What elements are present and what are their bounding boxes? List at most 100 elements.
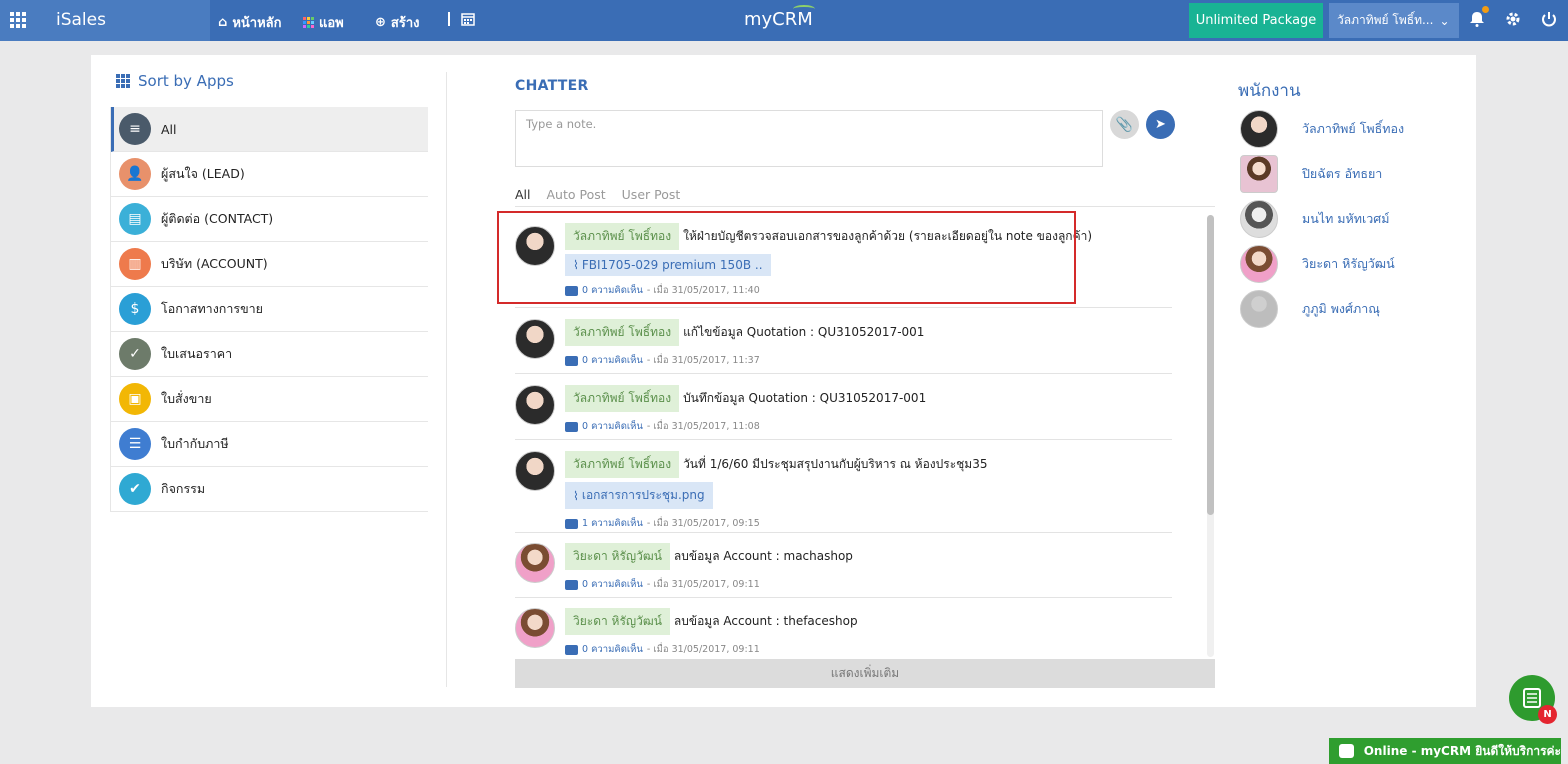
mycrm-logo[interactable]: myCRM bbox=[744, 5, 815, 30]
comment-count[interactable]: 0 ความคิดเห็น bbox=[582, 353, 643, 368]
unlimited-package-button[interactable]: Unlimited Package bbox=[1189, 3, 1323, 38]
sidebar-item-label: บริษัท (ACCOUNT) bbox=[161, 256, 268, 271]
employee-item[interactable]: วัลภาทิพย์ โพธิ์ทอง bbox=[1240, 110, 1404, 148]
sidebar-item-lead[interactable]: 👤 ผู้สนใจ (LEAD) bbox=[111, 152, 428, 197]
post-text: ลบข้อมูล Account : machashop bbox=[673, 549, 853, 563]
online-chat-bar[interactable]: Online - myCRM ยินดีให้บริการค่ะ bbox=[1329, 738, 1561, 764]
user-menu-label: วัลภาทิพย์ โพธิ์ท... bbox=[1337, 13, 1434, 27]
app-grid-icon[interactable] bbox=[10, 12, 26, 28]
employee-item[interactable]: ปิยฉัตร อัทธยา bbox=[1240, 155, 1382, 193]
comment-count[interactable]: 1 ความคิดเห็น bbox=[582, 516, 643, 531]
nav-apps[interactable]: แอพ bbox=[303, 12, 344, 33]
employees-title: พนักงาน bbox=[1238, 81, 1301, 101]
top-navigation-bar: iSales ⌂ หน้าหลัก แอพ ⊕ สร้าง myCRM Unli… bbox=[0, 0, 1568, 41]
sidebar-item-contact[interactable]: ▤ ผู้ติดต่อ (CONTACT) bbox=[111, 197, 428, 242]
sidebar-item-quotation[interactable]: ✓ ใบเสนอราคา bbox=[111, 332, 428, 377]
settings-gear-icon[interactable] bbox=[1504, 10, 1522, 28]
author-tag[interactable]: วัลภาทิพย์ โพธิ์ทอง bbox=[565, 385, 680, 412]
post-time: - เมื่อ 31/05/2017, 09:11 bbox=[646, 644, 760, 655]
chat-bubble-icon bbox=[1339, 744, 1354, 758]
online-chat-label: Online - myCRM ยินดีให้บริการค่ะ bbox=[1363, 743, 1561, 758]
comment-icon bbox=[565, 579, 578, 590]
avatar[interactable] bbox=[515, 608, 555, 648]
power-logout-icon[interactable] bbox=[1540, 10, 1558, 28]
app-name[interactable]: iSales bbox=[56, 10, 106, 30]
sidebar-item-label: ผู้ติดต่อ (CONTACT) bbox=[161, 211, 274, 226]
avatar[interactable] bbox=[515, 543, 555, 583]
tab-auto-post[interactable]: Auto Post bbox=[547, 187, 606, 202]
employee-item[interactable]: ภูภูมิ พงศ์ภาณุ bbox=[1240, 290, 1380, 328]
paperclip-icon: ⌇ bbox=[573, 488, 579, 503]
employee-name: วิยะดา หิรัญวัฒน์ bbox=[1302, 256, 1395, 271]
building-icon: ▥ bbox=[119, 248, 151, 280]
employee-item[interactable]: มนไท มหัทเวศม์ bbox=[1240, 200, 1389, 238]
avatar bbox=[1240, 155, 1278, 193]
nav-home[interactable]: ⌂ หน้าหลัก bbox=[218, 12, 281, 33]
attachment-link[interactable]: ⌇ เอกสารการประชุม.png bbox=[565, 482, 713, 509]
nav-home-label: หน้าหลัก bbox=[232, 16, 282, 31]
avatar bbox=[1240, 245, 1278, 283]
comment-count[interactable]: 0 ความคิดเห็น bbox=[582, 642, 643, 657]
post-time: - เมื่อ 31/05/2017, 11:40 bbox=[646, 285, 760, 296]
sidebar-item-opportunity[interactable]: $ โอกาสทางการขาย bbox=[111, 287, 428, 332]
tab-user-post[interactable]: User Post bbox=[622, 187, 681, 202]
attach-paperclip-icon[interactable]: 📎 bbox=[1110, 110, 1139, 139]
avatar[interactable] bbox=[515, 451, 555, 491]
comment-icon bbox=[565, 421, 578, 432]
sidebar-item-account[interactable]: ▥ บริษัท (ACCOUNT) bbox=[111, 242, 428, 287]
user-menu-button[interactable]: วัลภาทิพย์ โพธิ์ท... ⌄ bbox=[1329, 3, 1459, 38]
document-icon bbox=[1523, 688, 1541, 708]
employee-name: มนไท มหัทเวศม์ bbox=[1302, 211, 1390, 226]
post-time: - เมื่อ 31/05/2017, 11:08 bbox=[646, 421, 760, 432]
nav-calendar[interactable] bbox=[448, 12, 475, 26]
apps-colored-grid-icon bbox=[303, 17, 314, 28]
comment-count[interactable]: 0 ความคิดเห็น bbox=[582, 419, 643, 434]
sidebar-item-invoice[interactable]: ☰ ใบกำกับภาษี bbox=[111, 422, 428, 467]
author-tag[interactable]: วิยะดา หิรัญวัฒน์ bbox=[565, 608, 670, 635]
home-icon: ⌂ bbox=[218, 15, 228, 30]
nav-create[interactable]: ⊕ สร้าง bbox=[375, 12, 419, 33]
sidebar-item-label: ผู้สนใจ (LEAD) bbox=[161, 166, 245, 181]
paperclip-icon: ⌇ bbox=[573, 258, 579, 272]
employee-name: วัลภาทิพย์ โพธิ์ทอง bbox=[1302, 121, 1405, 136]
avatar[interactable] bbox=[515, 319, 555, 359]
sidebar-item-label: ใบเสนอราคา bbox=[161, 346, 233, 361]
author-tag[interactable]: วัลภาทิพย์ โพธิ์ทอง bbox=[565, 223, 680, 250]
sidebar-item-all[interactable]: ≡ All bbox=[111, 107, 428, 152]
default-user-avatar bbox=[1240, 290, 1278, 328]
comment-icon bbox=[565, 518, 578, 529]
tabs-divider bbox=[515, 206, 1215, 207]
scrollbar-thumb[interactable] bbox=[1207, 215, 1214, 515]
send-paper-plane-icon[interactable]: ➤ bbox=[1146, 110, 1175, 139]
sidebar-item-activity[interactable]: ✔ กิจกรรม bbox=[111, 467, 428, 512]
list-icon: ≡ bbox=[119, 113, 151, 145]
attachment-link[interactable]: ⌇ FBI1705-029 premium 150B .. bbox=[565, 254, 771, 276]
sidebar-title: Sort by Apps bbox=[116, 72, 428, 90]
comment-count[interactable]: 0 ความคิดเห็น bbox=[582, 283, 643, 298]
employee-item[interactable]: วิยะดา หิรัญวัฒน์ bbox=[1240, 245, 1395, 283]
sidebar-item-label: ใบสั่งขาย bbox=[161, 391, 212, 406]
lead-icon: 👤 bbox=[119, 158, 151, 190]
show-more-button[interactable]: แสดงเพิ่มเติม bbox=[515, 659, 1215, 688]
feed-post: วิยะดา หิรัญวัฒน์ ลบข้อมูล Account : the… bbox=[515, 598, 1172, 658]
feed-post: วิยะดา หิรัญวัฒน์ ลบข้อมูล Account : mac… bbox=[515, 533, 1172, 598]
employee-name: ภูภูมิ พงศ์ภาณุ bbox=[1302, 301, 1380, 316]
author-tag[interactable]: วิยะดา หิรัญวัฒน์ bbox=[565, 543, 670, 570]
post-text: ให้ฝ่ายบัญชีตรวจสอบเอกสารของลูกค้าด้วย (… bbox=[683, 229, 1093, 243]
notification-badge: N bbox=[1538, 705, 1557, 724]
note-input[interactable]: Type a note. bbox=[515, 110, 1103, 167]
post-text: ลบข้อมูล Account : thefaceshop bbox=[673, 614, 858, 628]
post-text: วันที่ 1/6/60 มีประชุมสรุปงานกับผู้บริหา… bbox=[683, 457, 988, 471]
comment-count[interactable]: 0 ความคิดเห็น bbox=[582, 577, 643, 592]
avatar[interactable] bbox=[515, 226, 555, 266]
sidebar-item-sales-order[interactable]: ▣ ใบสั่งขาย bbox=[111, 377, 428, 422]
author-tag[interactable]: วัลภาทิพย์ โพธิ์ทอง bbox=[565, 319, 680, 346]
app-filter-list: ≡ All 👤 ผู้สนใจ (LEAD) ▤ ผู้ติดต่อ (CONT… bbox=[110, 107, 428, 512]
author-tag[interactable]: วัลภาทิพย์ โพธิ์ทอง bbox=[565, 451, 680, 478]
sidebar-item-label: ใบกำกับภาษี bbox=[161, 436, 229, 451]
plus-circle-icon: ⊕ bbox=[375, 15, 386, 30]
sort-by-apps-sidebar: Sort by Apps ≡ All 👤 ผู้สนใจ (LEAD) ▤ ผู… bbox=[110, 72, 428, 512]
avatar[interactable] bbox=[515, 385, 555, 425]
tab-all[interactable]: All bbox=[515, 187, 531, 202]
feed-scrollbar[interactable] bbox=[1207, 215, 1214, 657]
